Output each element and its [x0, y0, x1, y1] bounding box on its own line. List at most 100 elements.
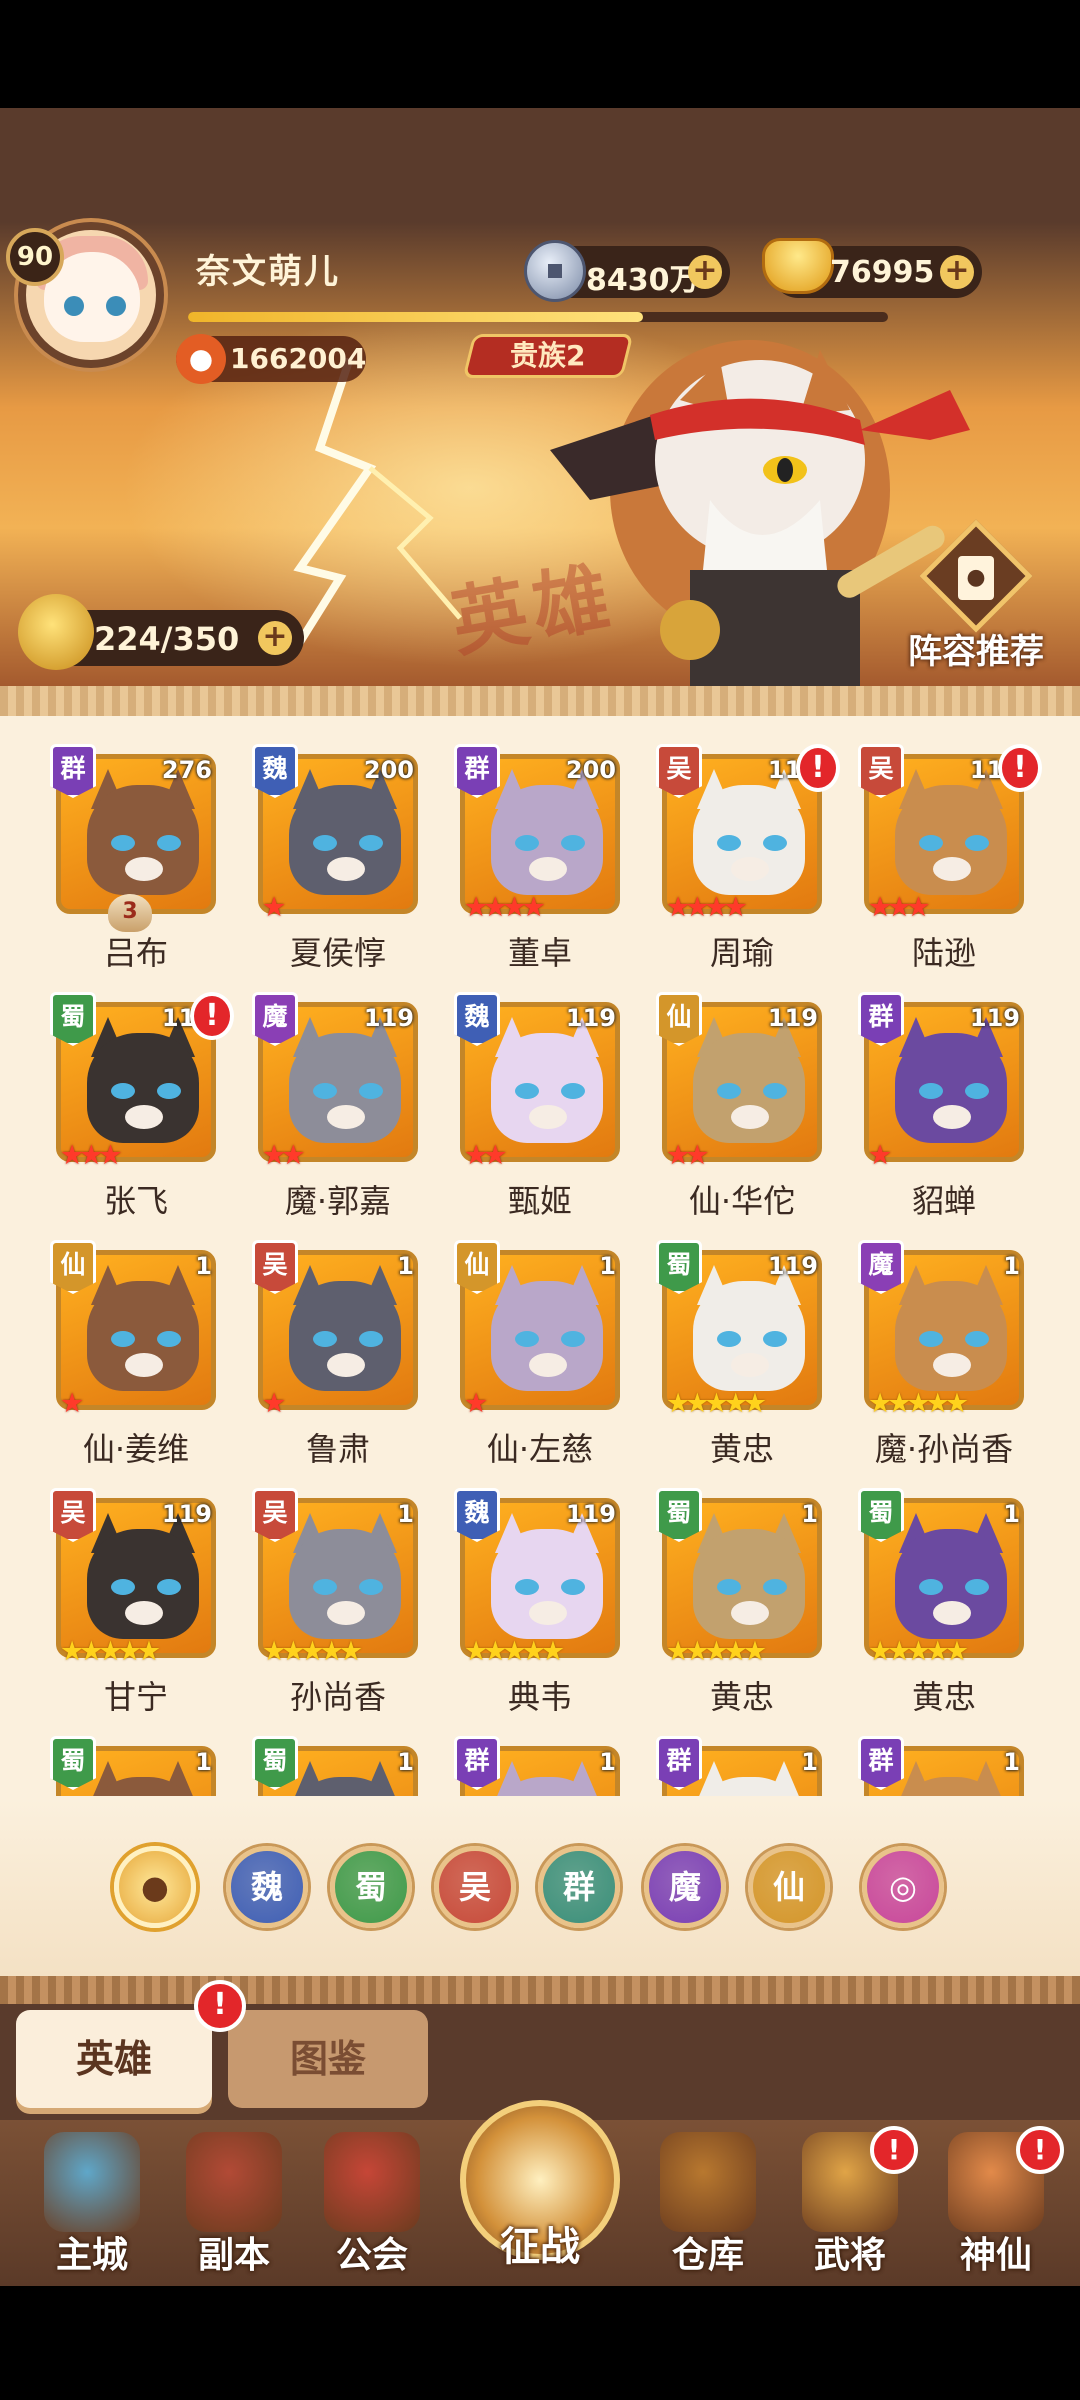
hero-name: 魔·郭嘉 — [284, 1182, 392, 1220]
star-rating: ★★★★★ — [262, 1636, 363, 1667]
gold-ingot-icon — [762, 238, 834, 294]
hero-level: 119 — [767, 1004, 818, 1032]
hero-name: 周瑜 — [709, 934, 774, 972]
hero-name: 陆逊 — [911, 934, 976, 972]
star-rating: ★★★★ — [464, 892, 546, 923]
faction-filter-3[interactable]: 吴 — [434, 1846, 516, 1928]
sword-icon — [186, 2132, 282, 2232]
tab-atlas[interactable]: 图鉴 — [228, 2010, 428, 2108]
hero-level: 276 — [161, 756, 212, 784]
hero-grid[interactable]: 群 276 3 吕布魏 200 ★ 夏侯惇群 200 ★★★★ 董卓吴 119! ★★★★ 周瑜吴 119… — [0, 740, 1080, 1796]
nav-item[interactable]: 神仙! — [926, 2120, 1066, 2286]
rank-badge: 3 — [108, 894, 152, 932]
faction-filter-4[interactable]: 群 — [538, 1846, 620, 1928]
star-rating: ★★★ — [60, 1140, 123, 1171]
bottom-border — [0, 1976, 1080, 2004]
hero-card[interactable]: 仙 1 ★ 仙·姜维 — [50, 1240, 216, 1498]
star-rating: ★ — [262, 892, 286, 923]
hero-card[interactable]: 群1 — [454, 1736, 620, 1796]
coin-counter: 8430万 + — [524, 240, 730, 302]
star-rating: ★ — [60, 1388, 84, 1419]
hero-card[interactable]: 魏 200 ★ 夏侯惇 — [252, 744, 418, 1002]
hero-level: 1 — [599, 1252, 616, 1280]
hero-card[interactable]: 蜀 1 ★★★★★ 黄忠 — [656, 1488, 822, 1746]
paw-icon[interactable]: ● — [114, 1846, 196, 1928]
hero-level: 1 — [195, 1252, 212, 1280]
hero-card[interactable]: 吴 119 ★★★★★ 甘宁 — [50, 1488, 216, 1746]
hero-level: 1 — [1003, 1252, 1020, 1280]
hero-card[interactable]: 吴 1 ★★★★★ 孙尚香 — [252, 1488, 418, 1746]
hero-card[interactable]: 蜀1 — [50, 1736, 216, 1796]
lineup-recommend-button[interactable]: ● 阵容推荐 — [896, 519, 1056, 672]
hero-card[interactable]: 群1 — [656, 1736, 822, 1796]
hero-card[interactable]: 吴 119! ★★★★ 周瑜 — [656, 744, 840, 1002]
hero-card[interactable]: 群 276 3 吕布 — [50, 744, 216, 1002]
faction-filter-1[interactable]: 魏 — [226, 1846, 308, 1928]
hero-card[interactable]: 群 200 ★★★★ 董卓 — [454, 744, 620, 1002]
hero-card[interactable]: 蜀 119! ★★★ 张飞 — [50, 992, 234, 1250]
hero-level: 1 — [599, 1748, 616, 1776]
hero-level: 200 — [565, 756, 616, 784]
hero-name: 鲁肃 — [305, 1430, 370, 1468]
hero-card[interactable]: 仙 1 ★ 仙·左慈 — [454, 1240, 620, 1498]
star-rating: ★★★★★ — [464, 1636, 565, 1667]
hero-card[interactable]: 蜀 1 ★★★★★ 黄忠 — [858, 1488, 1024, 1746]
nav-label: 征战 — [500, 2224, 580, 2270]
hero-card[interactable]: 魔 1 ★★★★★ 魔·孙尚香 — [858, 1240, 1024, 1498]
stamina-value: 224/350 — [94, 620, 240, 658]
hero-level: 1 — [397, 1500, 414, 1528]
hero-name: 夏侯惇 — [289, 934, 386, 972]
nav-battle[interactable]: 征战 — [454, 2090, 626, 2286]
alert-badge: ! — [796, 744, 840, 792]
nav-item[interactable]: 仓库 — [638, 2120, 778, 2286]
stamina-counter: 224/350 + — [18, 594, 304, 670]
hero-level: 1 — [1003, 1748, 1020, 1776]
add-gold-button[interactable]: + — [940, 255, 974, 289]
star-rating: ★★ — [464, 1140, 507, 1171]
hero-level: 119 — [363, 1004, 414, 1032]
faction-filter-5[interactable]: 魔 — [644, 1846, 726, 1928]
star-rating: ★ — [464, 1388, 488, 1419]
star-rating: ★★ — [262, 1140, 305, 1171]
hero-card[interactable]: 魏 119 ★★ 甄姬 — [454, 992, 620, 1250]
hero-name: 魔·孙尚香 — [874, 1430, 1014, 1468]
faction-filter-6[interactable]: 仙 — [748, 1846, 830, 1928]
hero-name: 黄忠 — [709, 1678, 774, 1716]
alert-badge: ! — [1016, 2126, 1064, 2174]
nav-item[interactable]: 武将! — [780, 2120, 920, 2286]
player-name: 奈文萌儿 — [196, 252, 340, 292]
star-rating: ★★★★★ — [666, 1388, 767, 1419]
hero-name: 仙·华佗 — [688, 1182, 796, 1220]
hero-card[interactable]: 吴 1 ★ 鲁肃 — [252, 1240, 418, 1498]
tab-hero[interactable]: 英雄 — [16, 2010, 212, 2108]
nav-label: 公会 — [335, 2235, 408, 2276]
faction-filter-2[interactable]: 蜀 — [330, 1846, 412, 1928]
hero-name: 黄忠 — [911, 1678, 976, 1716]
swirl-icon[interactable]: ◎ — [862, 1846, 944, 1928]
hero-card[interactable]: 吴 119! ★★★ 陆逊 — [858, 744, 1042, 1002]
hero-level: 1 — [397, 1252, 414, 1280]
hero-name: 董卓 — [507, 934, 572, 972]
add-stamina-button[interactable]: + — [258, 621, 292, 655]
hero-card[interactable]: 群1 — [858, 1736, 1024, 1796]
hero-card[interactable]: 魔 119 ★★ 魔·郭嘉 — [252, 992, 418, 1250]
add-coin-button[interactable]: + — [688, 255, 722, 289]
hero-level: 119 — [565, 1500, 616, 1528]
stamina-icon — [18, 594, 94, 670]
hero-name: 孙尚香 — [289, 1678, 386, 1716]
nav-item[interactable]: 副本 — [164, 2120, 304, 2286]
hero-name: 典韦 — [507, 1678, 572, 1716]
hero-level: 119 — [161, 1500, 212, 1528]
nav-label: 神仙 — [959, 2235, 1032, 2276]
hero-card[interactable]: 魏 119 ★★★★★ 典韦 — [454, 1488, 620, 1746]
hero-name: 仙·左慈 — [486, 1430, 594, 1468]
hero-card[interactable]: 仙 119 ★★ 仙·华佗 — [656, 992, 822, 1250]
coin-amount: 8430万 — [586, 263, 700, 298]
hero-card[interactable]: 蜀 119 ★★★★★ 黄忠 — [656, 1240, 822, 1498]
nav-item[interactable]: 公会 — [302, 2120, 442, 2286]
nav-item[interactable]: 主城 — [22, 2120, 162, 2286]
hero-card[interactable]: 蜀1 — [252, 1736, 418, 1796]
alert-badge: ! — [870, 2126, 918, 2174]
hero-card[interactable]: 群 119 ★ 貂蝉 — [858, 992, 1024, 1250]
paw-icon: ● — [176, 334, 226, 384]
